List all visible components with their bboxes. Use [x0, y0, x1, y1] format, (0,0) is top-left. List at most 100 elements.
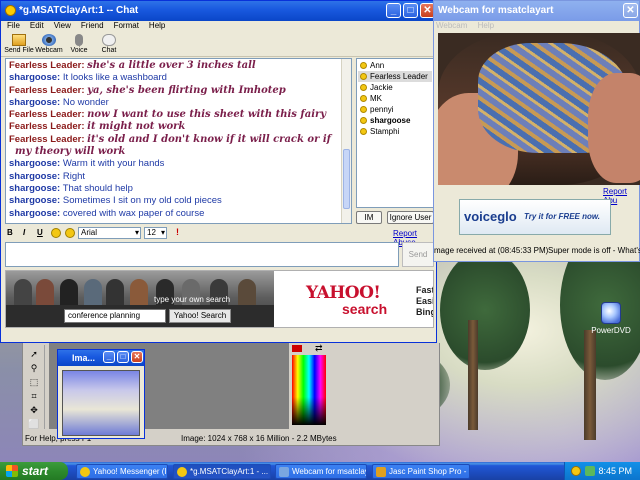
close-button[interactable]: ✕ — [131, 351, 143, 363]
underline-button[interactable]: U — [37, 228, 43, 237]
yahoo-tray-icon[interactable] — [571, 466, 581, 476]
voiceglo-ad[interactable]: voiceglo Try it for FREE now. — [459, 199, 611, 235]
chat-window[interactable]: *g.MSATClayArt:1 -- Chat _ □ ✕ File Edit V… — [0, 0, 437, 343]
user-name: Ann — [370, 61, 385, 70]
start-label: start — [22, 464, 49, 478]
taskbar-paint-shop-pro[interactable]: Jasc Paint Shop Pro - ... — [372, 464, 470, 479]
message-sender: shargoose: — [9, 182, 61, 194]
chat-title-bar[interactable]: *g.MSATClayArt:1 -- Chat _ □ ✕ — [1, 1, 436, 21]
user-list-item[interactable]: Ann — [358, 60, 432, 71]
emoticon-icon[interactable] — [65, 228, 75, 238]
user-list-item[interactable]: Jackie — [358, 82, 432, 93]
chat-button[interactable]: Chat — [94, 33, 124, 54]
font-select[interactable]: Arial ▾ — [78, 227, 141, 239]
webcam-window[interactable]: Webcam for msatclayart ✕ Webcam Help Rep… — [433, 0, 640, 262]
taskbar: start Yahoo! Messenger (I... *g.MSATClay… — [0, 462, 640, 480]
ad-search-button[interactable]: Yahoo! Search — [169, 309, 231, 323]
message-list: Fearless Leader: she's a little over 3 i… — [9, 60, 348, 220]
menu-format[interactable]: Format — [114, 21, 139, 30]
desktop-icon-powerdvd[interactable]: PowerDVD — [591, 302, 631, 335]
foreground-color-swatch[interactable] — [292, 345, 302, 352]
start-button[interactable]: start — [0, 462, 68, 480]
menu-file[interactable]: File — [7, 21, 20, 30]
maximize-button[interactable]: □ — [117, 351, 129, 363]
user-list-item[interactable]: Fearless Leader — [358, 71, 432, 82]
user-list-items: Ann Fearless Leader Jackie MK pennyi shargoos… — [358, 60, 432, 137]
message-text: covered with wax paper of course — [62, 207, 205, 219]
message-text: it might not work — [87, 121, 186, 133]
taskbar-webcam-window[interactable]: Webcam for msatclay... — [275, 464, 367, 479]
message-sender: Fearless Leader: — [9, 84, 85, 96]
message-text: It looks like a washboard — [62, 72, 167, 84]
chat-label: Chat — [101, 47, 117, 54]
message-sender: shargoose: — [9, 170, 61, 182]
chat-menu-bar: File Edit View Friend Format Help — [1, 21, 436, 33]
color-palette[interactable]: ⇄ — [289, 343, 331, 429]
menu-edit[interactable]: Edit — [30, 21, 44, 30]
voiceglo-tagline: Try it for FREE now. — [524, 212, 601, 221]
user-list-item[interactable]: shargoose — [358, 115, 432, 126]
deform-tool-icon[interactable]: ⬚ — [28, 377, 40, 388]
user-list-item[interactable]: Stamphi — [358, 126, 432, 137]
maximize-button[interactable]: □ — [403, 3, 418, 18]
color-spectrum[interactable] — [292, 355, 326, 425]
yahoo-search-wordmark: search — [342, 301, 388, 317]
chat-status-bar — [1, 328, 436, 342]
user-list[interactable]: Ann Fearless Leader Jackie MK pennyi shargoos… — [356, 58, 434, 208]
size-select[interactable]: 12 ▾ — [144, 227, 167, 239]
image-thumbnail-window[interactable]: Ima... _ □ ✕ — [57, 349, 145, 439]
buzz-icon[interactable]: ! — [176, 227, 179, 237]
minimize-button[interactable]: _ — [386, 3, 401, 18]
menu-friend[interactable]: Friend — [81, 21, 104, 30]
message-input[interactable] — [5, 242, 399, 267]
user-status-icon — [360, 62, 367, 69]
chat-message: Fearless Leader: it's old and I don't kn… — [9, 134, 348, 146]
mini-title-bar[interactable]: Ima... _ □ ✕ — [58, 350, 144, 366]
message-text: Warm it with your hands — [62, 158, 165, 170]
taskbar-chat-window[interactable]: *g.MSATClayArt:1 - ... — [173, 464, 271, 479]
conversation-scrollbar[interactable] — [341, 59, 351, 223]
move-tool-icon[interactable]: ✥ — [28, 405, 40, 416]
webcam-video — [438, 33, 640, 185]
message-text: Sometimes I sit on my old cold pieces — [62, 195, 222, 207]
emoticon-icon[interactable] — [51, 228, 61, 238]
webcam-button[interactable]: Webcam — [34, 33, 64, 54]
user-name: Fearless Leader — [370, 72, 428, 81]
send-file-button[interactable]: Send File — [4, 33, 34, 54]
swap-colors-icon[interactable]: ⇄ — [315, 343, 323, 354]
ad-search-input[interactable]: conference planning — [64, 309, 166, 323]
menu-help[interactable]: Help — [478, 21, 494, 30]
scrollbar-thumb[interactable] — [343, 149, 350, 209]
minimize-button[interactable]: _ — [103, 351, 115, 363]
send-button[interactable]: Send — [402, 242, 434, 267]
yahoo-search-ad[interactable]: type your own search conference planning… — [5, 270, 434, 328]
user-status-icon — [360, 128, 367, 135]
menu-help[interactable]: Help — [149, 21, 165, 30]
user-list-item[interactable]: MK — [358, 93, 432, 104]
user-list-item[interactable]: pennyi — [358, 104, 432, 115]
arrow-tool-icon[interactable]: ➚ — [28, 349, 40, 360]
ignore-user-button[interactable]: Ignore User — [387, 211, 434, 224]
conversation-pane[interactable]: Fearless Leader: she's a little over 3 i… — [5, 58, 352, 224]
webcam-title-bar[interactable]: Webcam for msatclayart ✕ — [434, 1, 639, 21]
send-file-label: Send File — [4, 47, 34, 54]
psp-toolbox: ➚ ⚲ ⬚ ⌗ ✥ ⬜ — [25, 345, 45, 429]
voice-button[interactable]: Voice — [64, 33, 94, 54]
menu-webcam[interactable]: Webcam — [436, 21, 467, 30]
chat-app-icon — [177, 467, 187, 477]
bold-button[interactable]: B — [7, 228, 13, 237]
close-button[interactable]: ✕ — [623, 3, 638, 18]
size-value: 12 — [147, 228, 156, 237]
menu-view[interactable]: View — [54, 21, 71, 30]
zoom-tool-icon[interactable]: ⚲ — [28, 363, 40, 374]
chat-message: shargoose: Warm it with your hands — [9, 158, 348, 170]
selection-tool-icon[interactable]: ⬜ — [28, 419, 40, 430]
network-tray-icon[interactable] — [585, 466, 595, 476]
chat-message: Fearless Leader: it might not work — [9, 121, 348, 133]
italic-button[interactable]: I — [23, 228, 25, 237]
im-button[interactable]: IM — [356, 211, 382, 224]
crop-tool-icon[interactable]: ⌗ — [28, 391, 40, 402]
taskbar-yahoo-messenger[interactable]: Yahoo! Messenger (I... — [76, 464, 168, 479]
microphone-icon — [75, 34, 83, 46]
windows-flag-icon — [6, 465, 18, 477]
